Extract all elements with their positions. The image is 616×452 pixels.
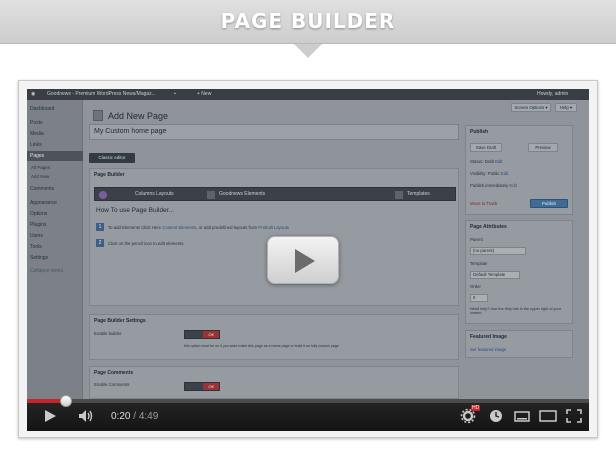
preview-button: Preview	[528, 143, 558, 152]
elements-label: Goodnews Elements	[219, 191, 266, 197]
page-builder-toolbar: Columns Layouts Goodnews Elements Templa…	[94, 187, 456, 201]
pages-icon	[93, 110, 103, 121]
screen-options-button: Screen Options ▾	[511, 103, 551, 112]
publish-time-text: Publish immediately Edit	[470, 183, 517, 188]
sidebar-item-users: Users	[30, 233, 44, 239]
time-display: 0:20 / 4:49	[111, 411, 158, 422]
progress-bar[interactable]	[27, 395, 589, 407]
template-label: Template	[470, 261, 488, 266]
publish-button: Publish	[530, 199, 568, 208]
page-attributes-heading: Page Attributes	[470, 224, 507, 230]
builder-settings-box: Page Builder Settings Enable builder Off…	[89, 314, 459, 360]
status-text: Status: Draft Edit	[470, 159, 503, 164]
sidebar-item-media: Media	[30, 131, 44, 137]
section-banner: PAGE BUILDER	[0, 0, 616, 44]
builder-settings-heading: Page Builder Settings	[94, 318, 146, 324]
miniplayer-icon[interactable]	[513, 408, 531, 424]
sidebar-item-pages: Pages	[27, 151, 83, 161]
step-2-text: Click on the pencil icon to edit element…	[108, 241, 184, 246]
sidebar-sub-all-pages: All Pages	[31, 165, 51, 170]
template-select: Default Template	[470, 271, 520, 279]
video-frame: ◉ Goodnews - Premium WordPress News/Maga…	[18, 80, 598, 438]
step-2-badge: 2	[96, 239, 104, 247]
video-player[interactable]: ◉ Goodnews - Premium WordPress News/Maga…	[27, 89, 589, 431]
attributes-help: Need help? Use the Help tab in the upper…	[470, 307, 561, 315]
order-input: 0	[470, 294, 488, 302]
comments-heading: Page Comments	[94, 370, 134, 376]
order-label: Order	[470, 284, 481, 289]
sidebar-item-posts: Posts	[30, 120, 43, 126]
set-featured-image-link: Set featured image	[470, 347, 507, 352]
visibility-text: Visibility: Public Edit	[470, 171, 509, 176]
comments-icon: ▪	[174, 91, 176, 97]
step-1-badge: 1	[96, 223, 104, 231]
classic-editor-button: Classic editor	[89, 153, 135, 163]
columns-icon	[99, 191, 107, 199]
sidebar-item-settings: Settings	[30, 255, 49, 261]
banner-title: PAGE BUILDER	[220, 9, 396, 33]
elements-icon	[207, 191, 215, 199]
theater-mode-icon[interactable]	[539, 408, 557, 424]
banner-arrow-icon	[294, 44, 322, 58]
sidebar-collapse: Collapse menu	[30, 268, 64, 274]
publish-box: Publish Save Draft Preview Status: Draft…	[465, 125, 573, 215]
page-heading: Add New Page	[108, 111, 169, 121]
player-controls: 0:20 / 4:49 HD	[27, 395, 589, 431]
save-draft-button: Save Draft	[470, 143, 502, 152]
howdy-label: Howdy, admin	[537, 91, 569, 97]
publish-heading: Publish	[470, 129, 489, 135]
howto-heading: How To use Page Builder...	[96, 207, 174, 214]
play-icon	[295, 249, 315, 273]
step-1-text: To add Elements Click Here Content Eleme…	[108, 225, 290, 230]
video-screen[interactable]: ◉ Goodnews - Premium WordPress News/Maga…	[27, 89, 589, 399]
sidebar-item-dashboard: Dashboard	[30, 106, 55, 112]
enable-builder-label: Enable builder	[94, 331, 122, 336]
current-time: 0:20	[111, 411, 131, 422]
sidebar-item-plugins: Plugins	[30, 222, 47, 228]
sidebar-item-comments: Comments	[30, 186, 55, 192]
wp-logo-icon: ◉	[31, 91, 36, 97]
title-field: My Custom home page	[89, 124, 459, 140]
new-menu: + New	[197, 91, 212, 97]
help-button: Help ▾	[555, 103, 577, 112]
columns-layouts-label: Columns Layouts	[135, 191, 174, 197]
move-to-trash-link: Move to Trash	[470, 201, 498, 206]
templates-icon	[395, 191, 403, 199]
play-overlay-button[interactable]	[267, 236, 339, 284]
watch-later-icon[interactable]	[487, 408, 505, 424]
enable-builder-toggle: Off	[184, 330, 220, 339]
sidebar-item-links: Links	[30, 142, 42, 148]
volume-icon[interactable]	[77, 408, 95, 424]
duration: 4:49	[138, 411, 159, 422]
enable-comments-label: Enable Comments	[94, 382, 130, 387]
site-name: Goodnews - Premium WordPress News/Magaz.…	[47, 91, 156, 97]
fullscreen-icon[interactable]	[565, 408, 583, 424]
featured-image-box: Featured Image Set featured image	[465, 330, 573, 358]
parent-select: (no parent)	[470, 247, 526, 255]
wp-sidebar: Dashboard Posts Media Links Pages All Pa…	[27, 100, 83, 399]
page-builder-heading: Page Builder	[94, 172, 125, 178]
sidebar-item-appearance: Appearance	[30, 200, 57, 206]
hd-badge: HD	[471, 405, 481, 411]
toggle-off-label-2: Off	[203, 383, 219, 390]
parent-label: Parent	[470, 237, 483, 242]
comments-settings-box: Page Comments Enable Comments Off	[89, 366, 459, 399]
sidebar-item-options: Options	[30, 211, 48, 217]
sidebar-sub-add-new: Add New	[31, 174, 50, 179]
page-attributes-box: Page Attributes Parent (no parent) Templ…	[465, 220, 573, 324]
time-separator: /	[133, 411, 137, 422]
sidebar-item-tools: Tools	[30, 244, 42, 250]
scrub-handle[interactable]	[59, 395, 72, 407]
templates-label: Templates	[407, 191, 430, 197]
wp-admin-bar: ◉ Goodnews - Premium WordPress News/Maga…	[27, 89, 589, 100]
enable-comments-toggle: Off	[184, 382, 220, 391]
builder-hint: this option must be on if you want make …	[184, 344, 339, 348]
play-button-icon[interactable]	[41, 408, 59, 424]
toggle-off-label: Off	[203, 331, 219, 338]
featured-image-heading: Featured Image	[470, 334, 507, 340]
